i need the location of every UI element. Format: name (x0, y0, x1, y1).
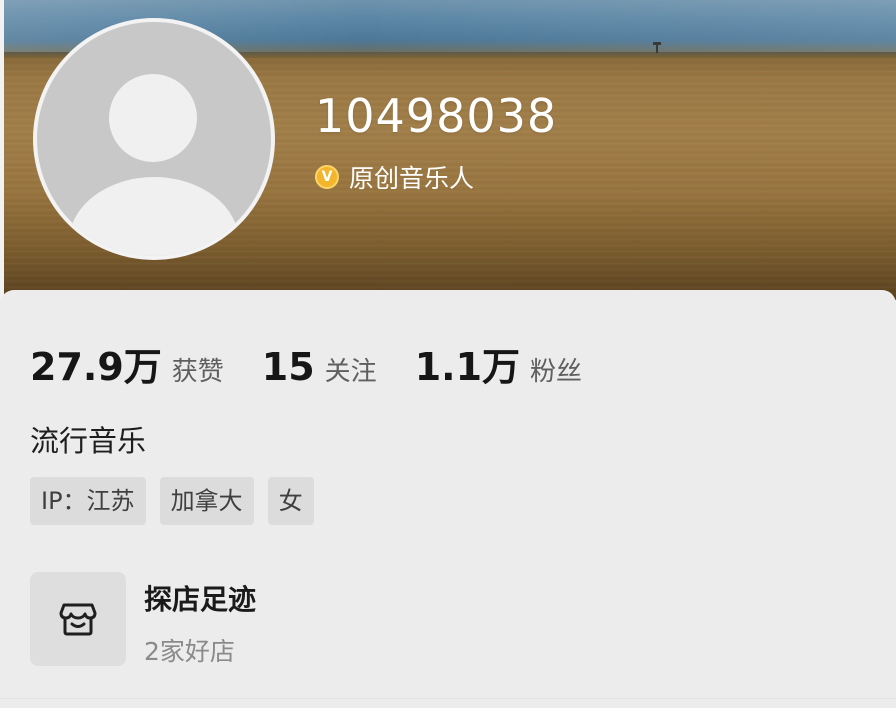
tag-gender: 女 (267, 477, 314, 525)
stat-following-label: 关注 (324, 357, 377, 387)
stat-likes-value: 27.9万 (30, 345, 162, 389)
v-badge-icon: V (315, 165, 339, 189)
stat-followers[interactable]: 1.1万 粉丝 (415, 336, 582, 391)
avatar[interactable] (33, 18, 275, 260)
tag-list: IP：江苏 加拿大 女 (30, 477, 328, 525)
avatar-head (109, 74, 197, 162)
store-icon (59, 603, 97, 636)
stat-following-value: 15 (261, 345, 315, 389)
stat-followers-value: 1.1万 (414, 345, 521, 389)
badge-label: 原创音乐人 (349, 164, 475, 193)
banner-pole (653, 42, 661, 53)
shop-title: 探店足迹 (144, 583, 257, 616)
stat-followers-label: 粉丝 (530, 357, 583, 387)
shop-icon (30, 572, 126, 666)
shop-text: 探店足迹 2家好店 (144, 572, 256, 668)
banner-edge (0, 0, 4, 300)
tag-country: 加拿大 (159, 477, 254, 525)
stats-row: 27.9万 获赞 15 关注 1.1万 粉丝 (30, 336, 620, 389)
stat-following[interactable]: 15 关注 (262, 345, 377, 389)
bottom-divider (0, 698, 896, 699)
stat-likes-label: 获赞 (171, 357, 224, 387)
default-avatar-icon (37, 22, 271, 256)
tag-ip-location: IP：江苏 (30, 477, 146, 525)
shop-visits-entry[interactable]: 探店足迹 2家好店 (30, 572, 256, 668)
stat-likes[interactable]: 27.9万 获赞 (30, 336, 224, 391)
user-id: 10498038 (315, 89, 558, 143)
creator-badge[interactable]: V 原创音乐人 (315, 160, 474, 194)
shop-subtitle: 2家好店 (144, 637, 235, 666)
bio-text: 流行音乐 (30, 424, 147, 458)
avatar-body (69, 177, 239, 256)
